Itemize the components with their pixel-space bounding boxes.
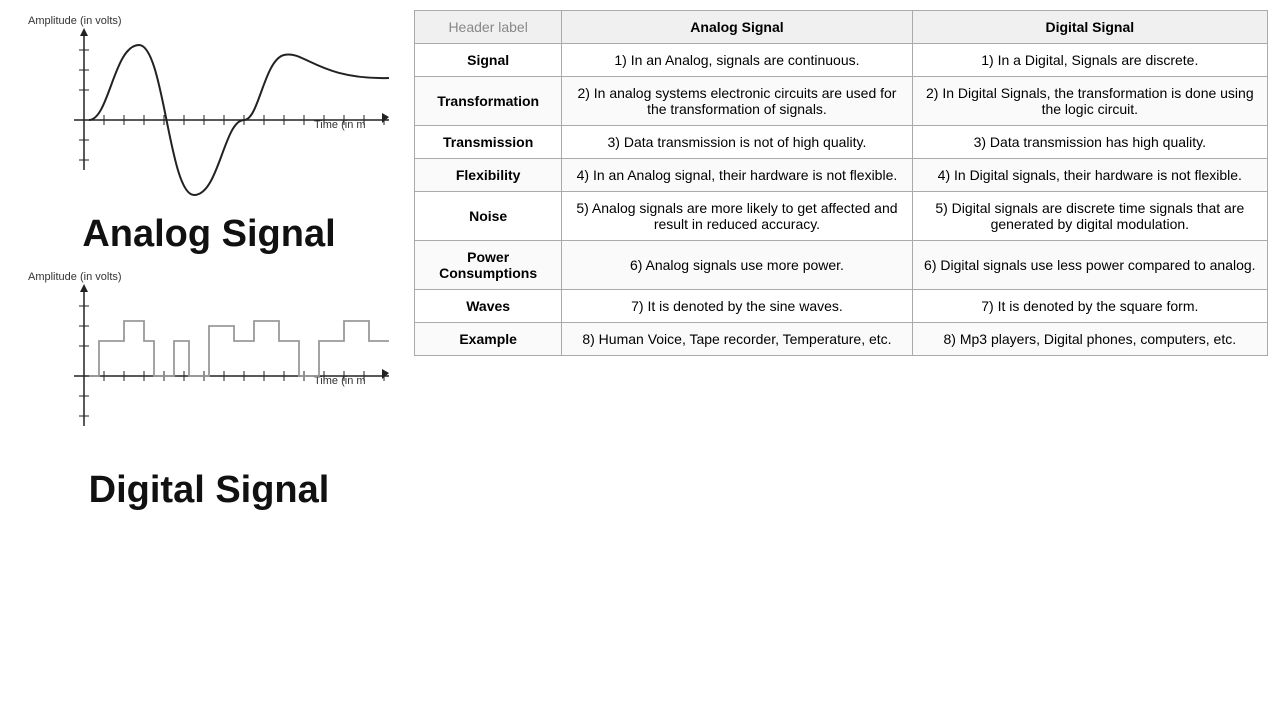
analog-amplitude-label: Amplitude (in volts) bbox=[28, 15, 122, 27]
cell-digital: 3) Data transmission has high quality. bbox=[912, 126, 1267, 159]
digital-time-label: Time (in m bbox=[314, 375, 366, 387]
cell-digital: 5) Digital signals are discrete time sig… bbox=[912, 192, 1267, 241]
cell-digital: 1) In a Digital, Signals are discrete. bbox=[912, 44, 1267, 77]
analog-chart-area: Amplitude (in volts) Time (in m bbox=[24, 10, 394, 210]
col-header-feature: Header label bbox=[415, 11, 562, 44]
cell-analog: 5) Analog signals are more likely to get… bbox=[562, 192, 912, 241]
digital-signal-title: Digital Signal bbox=[89, 470, 330, 512]
cell-analog: 3) Data transmission is not of high qual… bbox=[562, 126, 912, 159]
table-row: Transformation2) In analog systems elect… bbox=[415, 77, 1268, 126]
square-wave bbox=[89, 321, 389, 376]
table-row: Waves7) It is denoted by the sine waves.… bbox=[415, 290, 1268, 323]
right-panel: Header label Analog Signal Digital Signa… bbox=[408, 0, 1280, 720]
analog-chart-svg: Amplitude (in volts) Time (in m bbox=[24, 10, 394, 210]
y-arrow bbox=[80, 28, 88, 36]
analog-signal-title: Analog Signal bbox=[82, 214, 335, 256]
digital-signal-block: Amplitude (in volts) Time (in m bbox=[20, 266, 398, 512]
cell-feature: Waves bbox=[415, 290, 562, 323]
col-header-digital: Digital Signal bbox=[912, 11, 1267, 44]
cell-feature: Example bbox=[415, 323, 562, 356]
cell-feature: Transformation bbox=[415, 77, 562, 126]
cell-feature: Power Consumptions bbox=[415, 241, 562, 290]
cell-feature: Noise bbox=[415, 192, 562, 241]
analog-signal-block: Amplitude (in volts) Time (in m bbox=[20, 10, 398, 256]
cell-analog: 2) In analog systems electronic circuits… bbox=[562, 77, 912, 126]
cell-digital: 7) It is denoted by the square form. bbox=[912, 290, 1267, 323]
digital-amplitude-label: Amplitude (in volts) bbox=[28, 271, 122, 283]
table-row: Example8) Human Voice, Tape recorder, Te… bbox=[415, 323, 1268, 356]
digital-x-arrow bbox=[382, 369, 389, 379]
table-row: Power Consumptions6) Analog signals use … bbox=[415, 241, 1268, 290]
digital-chart-svg: Amplitude (in volts) Time (in m bbox=[24, 266, 394, 466]
table-row: Transmission3) Data transmission is not … bbox=[415, 126, 1268, 159]
table-row: Flexibility4) In an Analog signal, their… bbox=[415, 159, 1268, 192]
cell-feature: Flexibility bbox=[415, 159, 562, 192]
cell-analog: 6) Analog signals use more power. bbox=[562, 241, 912, 290]
table-row: Signal1) In an Analog, signals are conti… bbox=[415, 44, 1268, 77]
cell-analog: 1) In an Analog, signals are continuous. bbox=[562, 44, 912, 77]
cell-digital: 4) In Digital signals, their hardware is… bbox=[912, 159, 1267, 192]
cell-feature: Transmission bbox=[415, 126, 562, 159]
cell-digital: 8) Mp3 players, Digital phones, computer… bbox=[912, 323, 1267, 356]
cell-digital: 6) Digital signals use less power compar… bbox=[912, 241, 1267, 290]
comparison-table: Header label Analog Signal Digital Signa… bbox=[414, 10, 1268, 356]
x-arrow bbox=[382, 113, 389, 123]
table-row: Noise5) Analog signals are more likely t… bbox=[415, 192, 1268, 241]
left-panel: Amplitude (in volts) Time (in m bbox=[0, 0, 408, 720]
digital-y-arrow bbox=[80, 284, 88, 292]
table-header-row: Header label Analog Signal Digital Signa… bbox=[415, 11, 1268, 44]
cell-feature: Signal bbox=[415, 44, 562, 77]
digital-chart-area: Amplitude (in volts) Time (in m bbox=[24, 266, 394, 466]
col-header-analog: Analog Signal bbox=[562, 11, 912, 44]
cell-analog: 4) In an Analog signal, their hardware i… bbox=[562, 159, 912, 192]
cell-analog: 8) Human Voice, Tape recorder, Temperatu… bbox=[562, 323, 912, 356]
cell-digital: 2) In Digital Signals, the transformatio… bbox=[912, 77, 1267, 126]
analog-time-label: Time (in m bbox=[314, 119, 366, 131]
cell-analog: 7) It is denoted by the sine waves. bbox=[562, 290, 912, 323]
